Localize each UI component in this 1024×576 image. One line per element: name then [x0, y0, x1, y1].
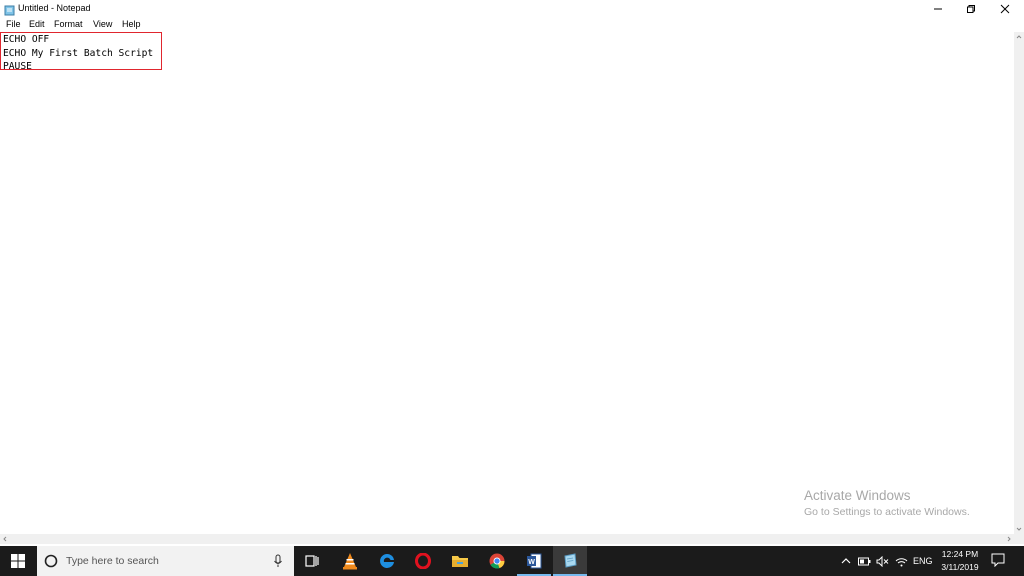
menu-file[interactable]: File [6, 19, 21, 29]
wifi-icon [895, 557, 907, 566]
editor-line: ECHO OFF [3, 34, 50, 45]
activate-windows-watermark: Activate Windows Go to Settings to activ… [804, 488, 970, 518]
scroll-up-arrow-icon[interactable] [1014, 32, 1024, 42]
close-button[interactable] [988, 0, 1021, 17]
notepad-icon [564, 553, 577, 568]
close-icon [1000, 4, 1009, 13]
microphone-icon[interactable] [273, 554, 283, 568]
file-explorer-icon [452, 556, 468, 567]
taskbar-app-opera[interactable] [406, 546, 440, 576]
vertical-scrollbar[interactable] [1014, 32, 1024, 534]
scroll-left-arrow-icon[interactable] [0, 534, 10, 544]
task-view-icon [305, 555, 319, 567]
taskbar-search-box[interactable]: Type here to search [37, 546, 294, 576]
scroll-right-arrow-icon[interactable] [1004, 534, 1014, 544]
search-circle-icon [44, 554, 58, 568]
editor-line: PAUSE [3, 61, 32, 72]
volume-button[interactable] [875, 554, 889, 568]
svg-text:W: W [528, 559, 535, 566]
start-button[interactable] [0, 546, 36, 576]
window-title: Untitled - Notepad [18, 3, 91, 13]
taskbar-app-file-explorer[interactable] [443, 546, 477, 576]
watermark-title: Activate Windows [804, 488, 911, 503]
horizontal-scrollbar[interactable] [0, 534, 1014, 544]
minimize-button[interactable] [921, 0, 954, 17]
network-button[interactable] [894, 554, 908, 568]
restore-button[interactable] [954, 0, 987, 17]
text-editor-area[interactable]: ECHO OFF ECHO My First Batch Script PAUS… [0, 32, 1014, 534]
editor-text: ECHO OFF ECHO My First Batch Script PAUS… [3, 33, 153, 74]
search-placeholder: Type here to search [66, 555, 159, 567]
taskbar-clock[interactable]: 12:24 PM 3/11/2019 [936, 549, 984, 572]
taskbar-app-chrome[interactable] [480, 546, 514, 576]
show-hidden-icons-button[interactable] [840, 554, 852, 568]
input-language-indicator[interactable]: ENG [913, 556, 933, 566]
clock-date: 3/11/2019 [941, 562, 979, 572]
edge-icon [380, 553, 394, 568]
battery-button[interactable] [857, 554, 871, 568]
battery-icon [857, 557, 870, 565]
notification-icon [991, 553, 1005, 567]
taskbar-app-vlc[interactable] [333, 546, 367, 576]
windows-logo-icon [11, 554, 25, 568]
opera-icon [415, 553, 431, 569]
chrome-icon [489, 553, 505, 569]
menu-format[interactable]: Format [54, 19, 83, 29]
action-center-button[interactable] [990, 553, 1006, 567]
taskbar-app-notepad[interactable] [553, 546, 587, 576]
minimize-icon [933, 8, 942, 9]
clock-time: 12:24 PM [941, 549, 979, 559]
menu-edit[interactable]: Edit [29, 19, 45, 29]
taskbar-app-word[interactable]: W [517, 546, 551, 576]
taskbar-app-edge[interactable] [370, 546, 404, 576]
chevron-up-icon [841, 558, 851, 564]
menu-help[interactable]: Help [122, 19, 141, 29]
scrollbar-corner [1014, 534, 1024, 544]
taskbar: Type here to search W ENG 12:24 PM 3/11/… [0, 546, 1024, 576]
vlc-icon [343, 553, 357, 570]
scroll-down-arrow-icon[interactable] [1014, 524, 1024, 534]
editor-line: ECHO My First Batch Script [3, 47, 154, 59]
title-bar: Untitled - Notepad [0, 0, 1024, 17]
watermark-subtitle: Go to Settings to activate Windows. [804, 506, 970, 518]
menu-bar: File Edit Format View Help [0, 17, 1024, 32]
restore-icon [966, 4, 975, 13]
menu-view[interactable]: View [93, 19, 112, 29]
task-view-button[interactable] [295, 546, 329, 576]
notepad-app-icon [4, 3, 15, 16]
volume-muted-icon [876, 555, 888, 567]
word-icon: W [527, 553, 542, 569]
